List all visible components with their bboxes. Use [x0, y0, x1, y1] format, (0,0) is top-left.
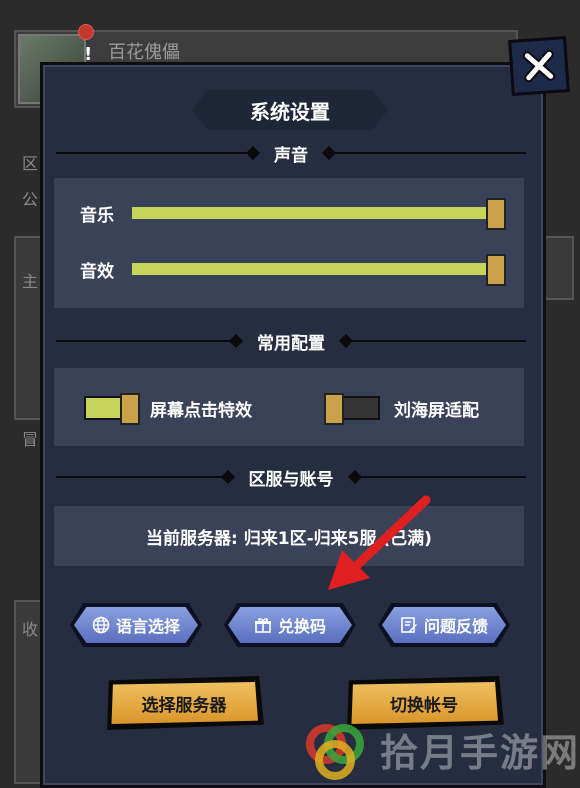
language-button-label: 语言选择 — [115, 617, 180, 636]
close-button[interactable] — [508, 36, 570, 96]
sfx-label: 音效 — [80, 261, 114, 282]
sfx-slider-fill — [132, 263, 492, 275]
sfx-slider[interactable] — [132, 254, 506, 286]
feedback-edit-icon — [401, 617, 417, 633]
tap-effect-toggle-knob — [120, 393, 140, 425]
music-slider-knob[interactable] — [486, 198, 506, 230]
notch-toggle[interactable] — [324, 393, 380, 425]
dialog-title: 系统设置 — [250, 99, 330, 124]
redeem-code-button-label: 兑换码 — [277, 617, 326, 636]
select-server-button-label: 选择服务器 — [141, 695, 227, 716]
watermark: 拾月手游网 — [300, 714, 580, 784]
section-title-common: 常用配置 — [257, 333, 325, 354]
globe-icon — [92, 616, 110, 634]
bg-side-label-5: 收 — [22, 620, 39, 639]
bg-side-label-3: 主 — [22, 272, 39, 291]
music-row: 音乐 — [80, 198, 510, 230]
redeem-code-button[interactable]: 兑换码 — [224, 603, 356, 647]
annotation-arrow-icon — [328, 495, 431, 590]
dialog-title-plate: 系统设置 — [192, 90, 388, 130]
sfx-slider-knob[interactable] — [486, 254, 506, 286]
watermark-text: 拾月手游网 — [380, 730, 580, 775]
gift-icon — [254, 618, 271, 633]
section-title-sound: 声音 — [274, 145, 308, 166]
current-server-text: 当前服务器: 归来1区-归来5服 (已满) — [146, 528, 432, 549]
music-slider-fill — [132, 207, 492, 219]
notch-label: 刘海屏适配 — [394, 401, 479, 421]
sfx-row: 音效 — [80, 254, 510, 286]
music-slider[interactable] — [132, 198, 506, 230]
section-header-server: 区服与账号 — [56, 464, 526, 490]
section-header-common: 常用配置 — [56, 328, 526, 354]
feedback-button[interactable]: 问题反馈 — [378, 603, 510, 647]
bg-side-label-4: 冒 — [22, 430, 39, 449]
switch-account-button-label: 切换帐号 — [390, 695, 458, 716]
feedback-button-label: 问题反馈 — [423, 617, 488, 636]
close-icon — [522, 49, 556, 83]
alert-dot — [78, 24, 94, 40]
music-label: 音乐 — [80, 205, 114, 226]
notch-toggle-knob — [324, 393, 344, 425]
bg-side-label-1: 区 — [22, 154, 39, 173]
tap-effect-label: 屏幕点击特效 — [150, 401, 252, 421]
watermark-logo-icon — [306, 724, 364, 780]
language-button[interactable]: 语言选择 — [70, 603, 202, 647]
player-name: 百花傀儡 — [108, 42, 180, 63]
section-title-server: 区服与账号 — [248, 469, 334, 490]
select-server-button[interactable]: 选择服务器 — [107, 676, 264, 730]
section-header-sound: 声音 — [56, 140, 526, 166]
bg-side-label-2: 公 — [22, 190, 39, 209]
tap-effect-toggle[interactable] — [84, 393, 140, 425]
